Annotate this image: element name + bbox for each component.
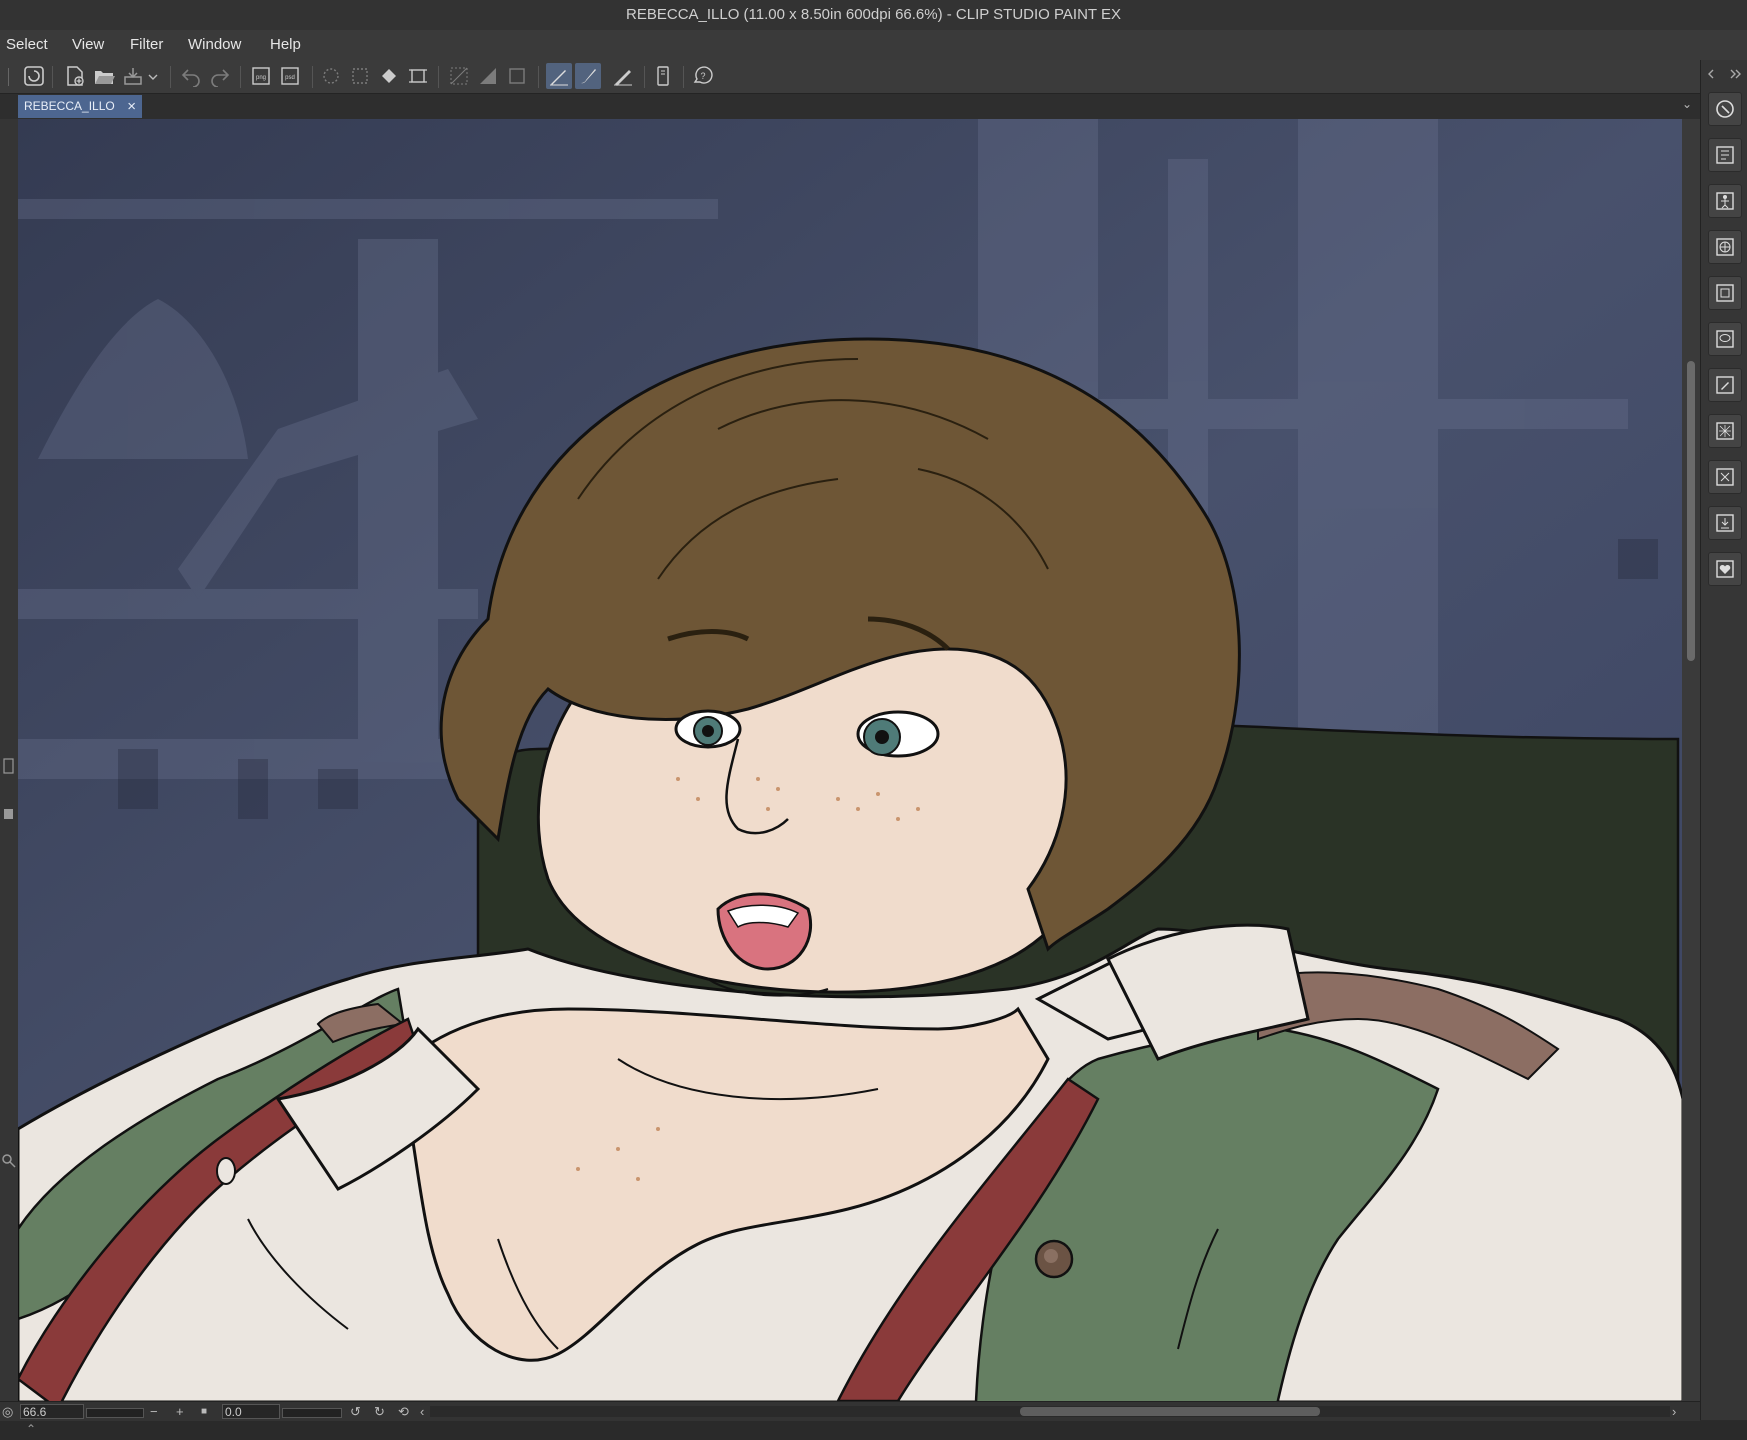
document-tab-label: REBECCA_ILLO xyxy=(24,99,115,113)
save-dropdown-icon[interactable] xyxy=(146,63,160,89)
export-psd-icon[interactable]: psd xyxy=(277,63,303,89)
toolbar-grip[interactable] xyxy=(8,68,9,86)
rotation-slider[interactable] xyxy=(282,1408,342,1418)
window-title: REBECCA_ILLO (11.00 x 8.50in 600dpi 66.6… xyxy=(0,0,1747,30)
vertical-scroll-thumb[interactable] xyxy=(1687,361,1695,661)
menu-filter[interactable]: Filter xyxy=(124,30,169,60)
document-tab-bar: REBECCA_ILLO × ⌄ xyxy=(0,94,1700,120)
scroll-left-icon[interactable]: ‹ xyxy=(420,1402,424,1422)
menu-bar: Select View Filter Window Help xyxy=(0,30,1747,61)
panel-collapse-chevrons-icon[interactable] xyxy=(1701,60,1747,90)
brush-tool-icon[interactable] xyxy=(575,63,601,89)
menu-select[interactable]: Select xyxy=(0,30,54,60)
save-icon[interactable] xyxy=(120,63,146,89)
reset-rotation-icon[interactable]: ⟲ xyxy=(398,1402,409,1422)
fill-icon[interactable] xyxy=(376,63,402,89)
zoom-in-button[interactable]: + xyxy=(176,1402,184,1422)
fit-window-icon[interactable]: ■ xyxy=(201,1402,207,1422)
material-icon[interactable] xyxy=(1708,230,1742,264)
navigator-icon[interactable] xyxy=(1708,92,1742,126)
clear-selection-icon[interactable] xyxy=(318,63,344,89)
favorite-icon[interactable] xyxy=(1708,552,1742,586)
open-file-icon[interactable] xyxy=(91,63,117,89)
document-tab[interactable]: REBECCA_ILLO × xyxy=(18,95,142,118)
horizontal-scrollbar[interactable] xyxy=(430,1406,1670,1417)
menu-help[interactable]: Help xyxy=(264,30,307,60)
rotate-right-icon[interactable]: ↻ xyxy=(374,1402,385,1422)
bottom-dock-strip: ⌃ xyxy=(0,1421,1747,1440)
new-file-icon[interactable] xyxy=(62,63,88,89)
menu-view[interactable]: View xyxy=(66,30,110,60)
command-bar: png psd ? xyxy=(0,60,1700,94)
texture-icon[interactable] xyxy=(1708,414,1742,448)
undo-icon[interactable] xyxy=(178,63,204,89)
invert-selection-icon[interactable] xyxy=(446,63,472,89)
illustration xyxy=(18,119,1682,1401)
select-all-icon[interactable] xyxy=(347,63,373,89)
left-dock-icons xyxy=(2,758,16,1168)
zoom-slider[interactable] xyxy=(86,1408,144,1418)
expand-up-icon[interactable]: ⌃ xyxy=(26,1422,36,1436)
pen-tool-icon[interactable] xyxy=(546,63,572,89)
rotation-input[interactable]: 0.0 xyxy=(222,1404,280,1419)
tablet-icon[interactable] xyxy=(650,63,676,89)
menu-window[interactable]: Window xyxy=(182,30,247,60)
horizontal-scroll-thumb[interactable] xyxy=(1020,1407,1320,1416)
3d-pose-icon[interactable] xyxy=(1708,184,1742,218)
clip-studio-icon[interactable] xyxy=(21,63,47,89)
eraser-tool-icon[interactable] xyxy=(610,63,636,89)
transform-icon[interactable] xyxy=(405,63,431,89)
hide-selection-icon[interactable] xyxy=(475,63,501,89)
close-tab-icon[interactable]: × xyxy=(127,95,136,118)
svg-text:png: png xyxy=(256,75,266,81)
download-icon[interactable] xyxy=(1708,506,1742,540)
svg-text:psd: psd xyxy=(285,75,295,81)
layer-property-icon[interactable] xyxy=(1708,138,1742,172)
edit-icon[interactable] xyxy=(1708,368,1742,402)
status-bar: ◎ 66.6 − + ■ 0.0 ↺ ↻ ⟲ ‹ › xyxy=(0,1401,1700,1422)
svg-text:?: ? xyxy=(700,71,705,81)
tab-list-chevron-icon[interactable]: ⌄ xyxy=(1682,97,1692,111)
rotate-left-icon[interactable]: ↺ xyxy=(350,1402,361,1422)
vertical-scrollbar[interactable] xyxy=(1682,119,1700,1401)
right-dock-panel xyxy=(1700,60,1747,1420)
export-png-icon[interactable]: png xyxy=(248,63,274,89)
scroll-right-icon[interactable]: › xyxy=(1672,1402,1676,1422)
zoom-out-button[interactable]: − xyxy=(150,1402,158,1422)
redo-icon[interactable] xyxy=(207,63,233,89)
zoom-input[interactable]: 66.6 xyxy=(20,1404,84,1419)
help-icon[interactable]: ? xyxy=(689,63,715,89)
layer-search-icon[interactable] xyxy=(1708,460,1742,494)
status-menu-icon[interactable]: ◎ xyxy=(2,1402,13,1422)
speech-balloon-icon[interactable] xyxy=(1708,322,1742,356)
show-selection-icon[interactable] xyxy=(504,63,530,89)
canvas[interactable] xyxy=(18,119,1682,1401)
layer-icon[interactable] xyxy=(1708,276,1742,310)
left-dock-strip xyxy=(0,119,18,1401)
